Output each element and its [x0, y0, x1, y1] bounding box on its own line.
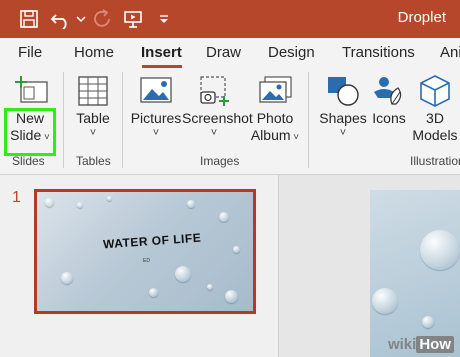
3d-models-button[interactable]: 3D Models [410, 68, 460, 152]
undo-dropdown-icon[interactable] [74, 6, 88, 32]
pictures-button[interactable]: Pictures ˅ [130, 68, 182, 152]
icons-icon [370, 74, 408, 108]
icons-button[interactable]: Icons [368, 68, 410, 152]
document-title: Droplet [397, 9, 446, 26]
water-drop [233, 246, 240, 253]
group-label-images: Images [200, 154, 240, 168]
tab-draw[interactable]: Draw [206, 44, 241, 61]
tab-design[interactable]: Design [268, 44, 315, 61]
group-label-slides: Slides [12, 154, 45, 168]
photo-album-label-line1: Photo [256, 110, 294, 126]
3d-models-label-line2: Models [412, 127, 458, 143]
pictures-icon [137, 74, 175, 108]
photo-album-button[interactable]: Photo Album ˅ [250, 68, 300, 152]
watermark-right: How [416, 336, 454, 353]
water-drop [175, 266, 191, 282]
water-drop [187, 200, 195, 208]
water-drop [207, 284, 213, 290]
group-label-illustrations: Illustration [410, 154, 460, 168]
present-from-start-icon[interactable] [120, 6, 146, 32]
slide-thumbnail[interactable]: WATER OF LIFE ED [34, 189, 256, 314]
watermark-left: wiki [387, 336, 417, 353]
table-icon [74, 74, 112, 108]
water-drop [372, 288, 398, 314]
water-drop [149, 288, 158, 297]
undo-icon[interactable] [48, 6, 74, 32]
photo-album-label-line2: Album [250, 127, 291, 143]
icons-label: Icons [372, 110, 406, 126]
pictures-label: Pictures [130, 110, 182, 126]
divider [308, 72, 309, 168]
tab-insert[interactable]: Insert [141, 44, 182, 61]
table-label: Table [76, 110, 110, 126]
water-drop [219, 212, 229, 222]
tab-file[interactable]: File [18, 44, 42, 61]
editor-area: 1 WATER OF LIFE ED wiki How [0, 175, 460, 357]
ribbon-tabs: File Home Insert Draw Design Transitions… [0, 38, 460, 68]
new-slide-highlight [4, 108, 56, 156]
watermark: wiki How [388, 336, 454, 353]
chevron-down-icon: ˅ [290, 132, 300, 143]
redo-icon[interactable] [90, 6, 116, 32]
ribbon-insert: New Slide ˅ Table ˅ Pictures ˅ Screensho… [0, 68, 460, 175]
title-bar: Droplet [0, 0, 460, 38]
group-label-tables: Tables [76, 154, 111, 168]
chevron-down-icon: ˅ [210, 127, 218, 139]
screenshot-button[interactable]: Screenshot ˅ [182, 68, 253, 152]
tab-home[interactable]: Home [74, 44, 114, 61]
water-drop [422, 316, 434, 328]
water-drop [45, 198, 54, 207]
photo-album-icon [256, 74, 294, 108]
shapes-icon [324, 74, 362, 108]
cube-icon [416, 74, 454, 108]
thumbnail-subtitle: ED [143, 258, 150, 264]
water-drop [420, 230, 460, 270]
table-button[interactable]: Table ˅ [70, 68, 116, 152]
water-drop [225, 290, 238, 303]
save-icon[interactable] [16, 6, 42, 32]
tab-transitions[interactable]: Transitions [342, 44, 415, 61]
customize-toolbar-icon[interactable] [156, 6, 172, 32]
chevron-down-icon: ˅ [89, 127, 97, 139]
slide-number: 1 [12, 189, 21, 206]
tab-animations[interactable]: Ani [440, 44, 460, 61]
divider [63, 72, 64, 168]
shapes-label: Shapes [319, 110, 367, 126]
water-drop [77, 202, 83, 208]
water-drop [61, 272, 73, 284]
shapes-button[interactable]: Shapes ˅ [318, 68, 368, 152]
main-slide-canvas[interactable] [370, 190, 460, 357]
chevron-down-icon: ˅ [339, 127, 347, 139]
divider [122, 72, 123, 168]
3d-models-label-line1: 3D [426, 110, 444, 126]
screenshot-label: Screenshot [182, 110, 253, 126]
screenshot-icon [195, 74, 233, 108]
new-slide-icon [11, 74, 49, 108]
slide-thumbnail-pane: 1 WATER OF LIFE ED [0, 175, 279, 357]
water-drop [107, 196, 112, 201]
thumbnail-title: WATER OF LIFE [102, 230, 202, 252]
chevron-down-icon: ˅ [152, 127, 160, 139]
